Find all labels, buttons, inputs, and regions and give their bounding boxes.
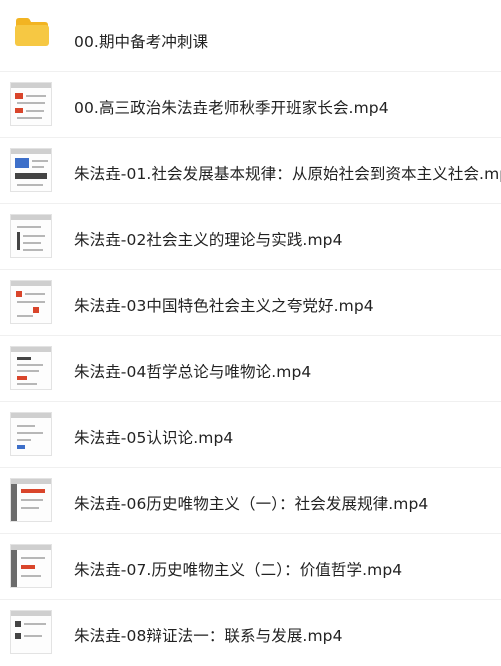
list-item-video[interactable]: 朱法垚-05认识论.mp4 xyxy=(0,402,501,468)
video-thumbnail-icon xyxy=(10,148,52,192)
file-name: 朱法垚-08辩证法一：联系与发展.mp4 xyxy=(74,627,343,645)
video-thumbnail-icon xyxy=(10,544,52,588)
file-name: 朱法垚-02社会主义的理论与实践.mp4 xyxy=(74,231,343,249)
video-thumbnail-icon xyxy=(10,280,52,324)
file-name: 朱法垚-01.社会发展基本规律：从原始社会到资本主义社会.mp xyxy=(74,165,501,183)
list-item-video[interactable]: 朱法垚-06历史唯物主义（一）：社会发展规律.mp4 xyxy=(0,468,501,534)
file-name: 00.期中备考冲刺课 xyxy=(74,33,209,51)
list-item-video[interactable]: 朱法垚-03中国特色社会主义之夸党好.mp4 xyxy=(0,270,501,336)
folder-icon xyxy=(15,18,49,46)
video-thumbnail-icon xyxy=(10,412,52,456)
list-item-folder[interactable]: 00.期中备考冲刺课 xyxy=(0,6,501,72)
list-item-video[interactable]: 朱法垚-08辩证法一：联系与发展.mp4 xyxy=(0,600,501,666)
video-thumbnail-icon xyxy=(10,478,52,522)
file-name: 朱法垚-07.历史唯物主义（二）：价值哲学.mp4 xyxy=(74,561,403,579)
video-thumbnail-icon xyxy=(10,346,52,390)
list-item-video[interactable]: 朱法垚-07.历史唯物主义（二）：价值哲学.mp4 xyxy=(0,534,501,600)
list-item-video[interactable]: 朱法垚-04哲学总论与唯物论.mp4 xyxy=(0,336,501,402)
list-item-video[interactable]: 朱法垚-01.社会发展基本规律：从原始社会到资本主义社会.mp xyxy=(0,138,501,204)
list-item-video[interactable]: 00.高三政治朱法垚老师秋季开班家长会.mp4 xyxy=(0,72,501,138)
file-name: 朱法垚-05认识论.mp4 xyxy=(74,429,234,447)
video-thumbnail-icon xyxy=(10,214,52,258)
file-name: 朱法垚-04哲学总论与唯物论.mp4 xyxy=(74,363,312,381)
file-name: 00.高三政治朱法垚老师秋季开班家长会.mp4 xyxy=(74,99,389,117)
file-name: 朱法垚-06历史唯物主义（一）：社会发展规律.mp4 xyxy=(74,495,429,513)
file-name: 朱法垚-03中国特色社会主义之夸党好.mp4 xyxy=(74,297,374,315)
video-thumbnail-icon xyxy=(10,610,52,654)
list-item-video[interactable]: 朱法垚-02社会主义的理论与实践.mp4 xyxy=(0,204,501,270)
video-thumbnail-icon xyxy=(10,82,52,126)
